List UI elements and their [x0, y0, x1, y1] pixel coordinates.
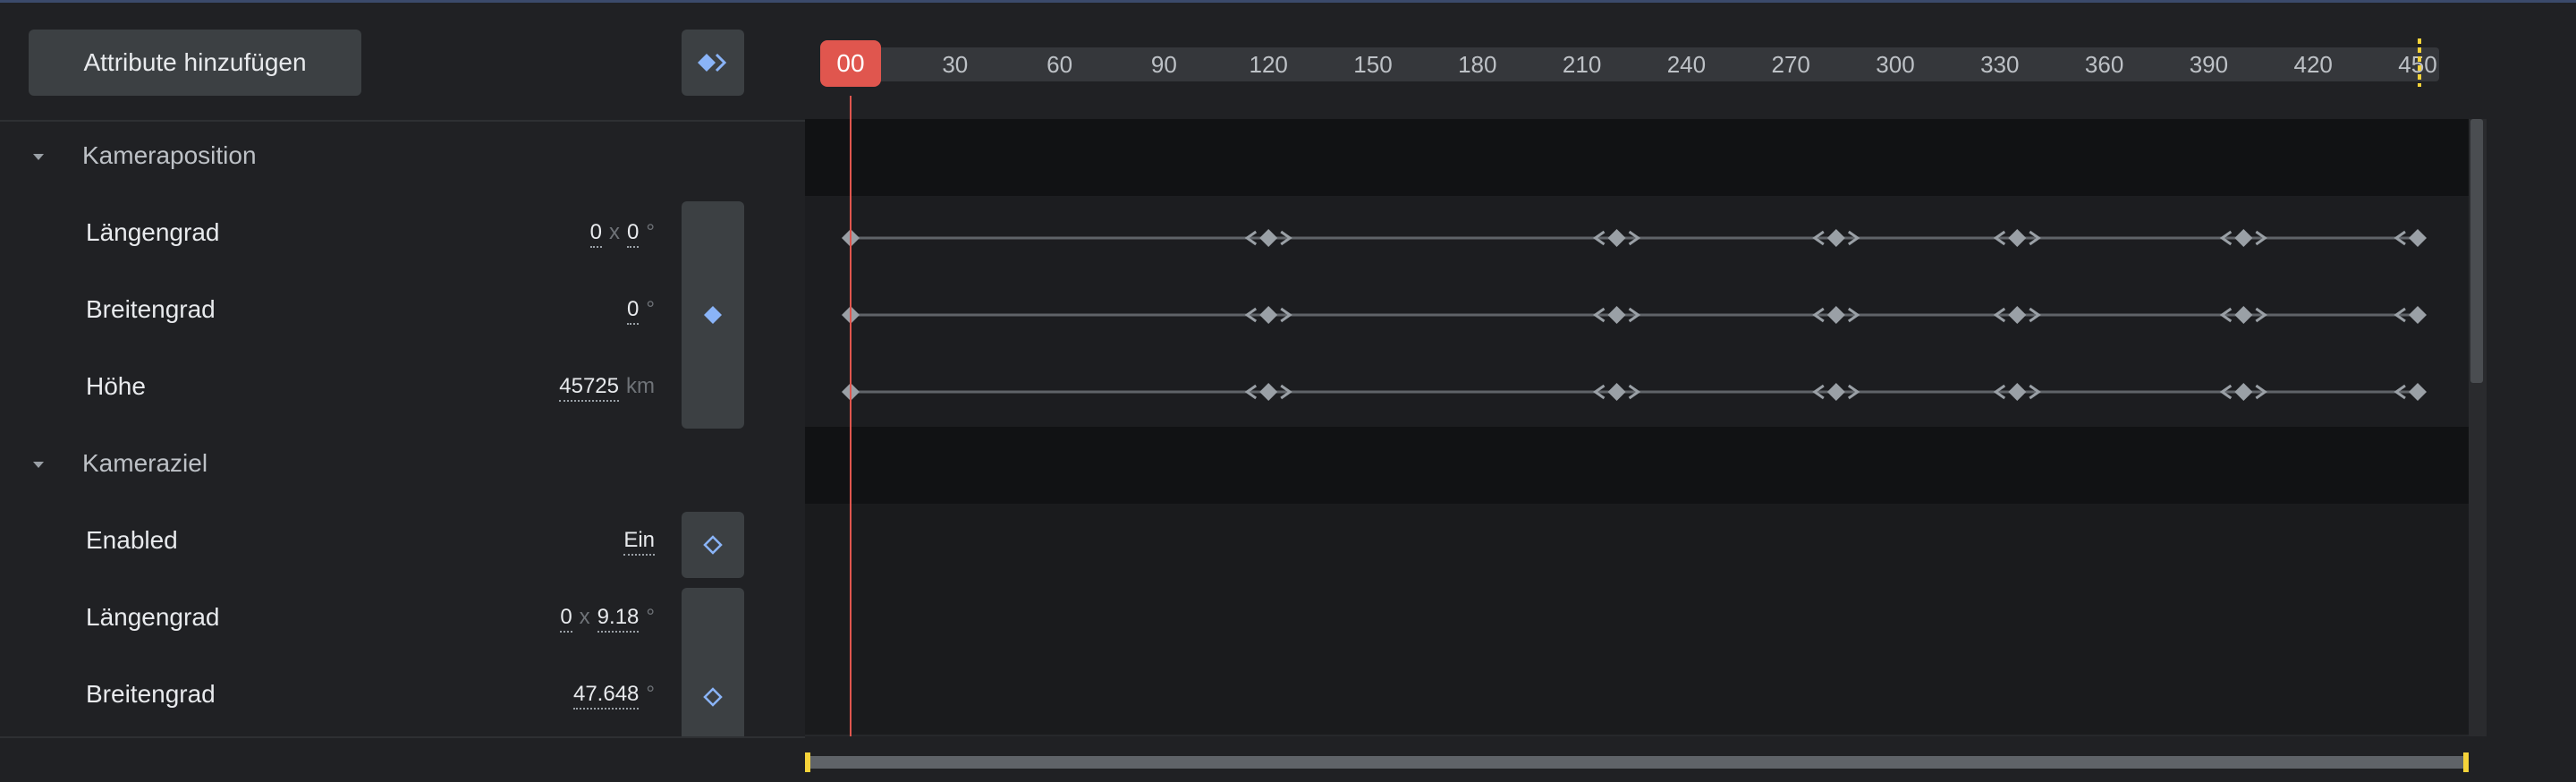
panel-bottom-divider	[0, 736, 805, 738]
end-marker[interactable]	[2418, 38, 2421, 87]
keyframe-outline-icon	[703, 687, 723, 707]
diamond-arrow-icon	[698, 53, 727, 72]
timeline-panel: 3060901201501802102402703003303603904204…	[805, 3, 2576, 782]
separator: x	[609, 220, 621, 244]
ruler-tick: 330	[1980, 51, 2020, 78]
keyframe-outline-icon	[703, 535, 723, 555]
unit: °	[646, 220, 655, 244]
row-label: Höhe	[86, 372, 146, 400]
playhead-handle[interactable]: 00	[820, 40, 881, 87]
row-kameraposition-laengengrad: Längengrad 0 x 0 °	[0, 197, 671, 274]
section-kameraziel[interactable]: Kameraziel	[0, 428, 805, 505]
unit: °	[646, 605, 655, 629]
row-label: Breitengrad	[86, 680, 216, 708]
row-label: Enabled	[86, 526, 178, 554]
chevron-down-icon	[33, 154, 44, 160]
row-label: Breitengrad	[86, 295, 216, 323]
ruler-tick: 150	[1353, 51, 1393, 78]
section-title: Kameraposition	[82, 141, 257, 169]
keyframe-filled-icon	[704, 306, 722, 324]
longitude-x-value[interactable]: 0	[589, 220, 603, 248]
ruler-tick: 180	[1458, 51, 1497, 78]
latitude-value[interactable]: 47.648	[572, 682, 640, 710]
ruler-tick: 210	[1562, 51, 1602, 78]
section-kameraposition[interactable]: Kameraposition	[0, 120, 805, 197]
ruler-tick: 60	[1046, 51, 1073, 78]
track-area	[805, 119, 2469, 736]
ruler-tick: 300	[1876, 51, 1915, 78]
row-kameraziel-breitengrad: Breitengrad 47.648 °	[0, 659, 671, 735]
add-attributes-button[interactable]: Attribute hinzufügen	[29, 30, 361, 96]
row-kameraziel-laengengrad: Längengrad 0 x 9.18 °	[0, 582, 671, 659]
keyframe-button[interactable]	[682, 512, 744, 578]
keyframe-tracks[interactable]	[805, 119, 2469, 736]
row-label: Längengrad	[86, 218, 220, 246]
keyframe-group-button[interactable]	[682, 201, 744, 429]
altitude-value[interactable]: 45725	[559, 374, 619, 402]
playhead-line	[850, 96, 852, 736]
horizontal-scrollbar-thumb[interactable]	[809, 756, 2465, 769]
ruler-tick: 90	[1150, 51, 1177, 78]
row-kameraposition-hoehe: Höhe 45725 km	[0, 351, 671, 428]
ruler-tick: 390	[2189, 51, 2229, 78]
ruler-tick: 30	[942, 51, 969, 78]
longitude-x-value[interactable]: 0	[560, 605, 572, 633]
ruler-tick: 420	[2293, 51, 2333, 78]
row-kameraziel-enabled: Enabled Ein	[0, 505, 671, 582]
ruler-tick: 270	[1771, 51, 1810, 78]
longitude-y-value[interactable]: 9.18	[597, 605, 640, 633]
unit: °	[646, 297, 655, 321]
longitude-y-value[interactable]: 0	[627, 220, 640, 248]
chevron-down-icon	[33, 462, 44, 468]
horizontal-scrollbar[interactable]	[805, 752, 2469, 772]
vertical-scrollbar-thumb[interactable]	[2470, 119, 2483, 383]
latitude-value[interactable]: 0	[627, 297, 640, 325]
keyframe-group-button[interactable]	[682, 588, 744, 736]
section-title: Kameraziel	[82, 449, 208, 477]
keyframe-navigate-button[interactable]	[682, 30, 744, 96]
separator: x	[579, 605, 590, 629]
attribute-panel: Attribute hinzufügen Kameraposition Läng…	[0, 3, 805, 782]
ruler-tick: 360	[2084, 51, 2124, 78]
ruler-tick: 240	[1666, 51, 1707, 78]
range-start-handle[interactable]	[805, 752, 810, 772]
unit: °	[646, 682, 655, 706]
row-kameraposition-breitengrad: Breitengrad 0 °	[0, 274, 671, 351]
ruler-tick: 120	[1249, 51, 1288, 78]
range-end-handle[interactable]	[2463, 752, 2469, 772]
unit: km	[626, 374, 655, 398]
row-label: Längengrad	[86, 603, 220, 631]
enabled-toggle[interactable]: Ein	[623, 528, 655, 556]
